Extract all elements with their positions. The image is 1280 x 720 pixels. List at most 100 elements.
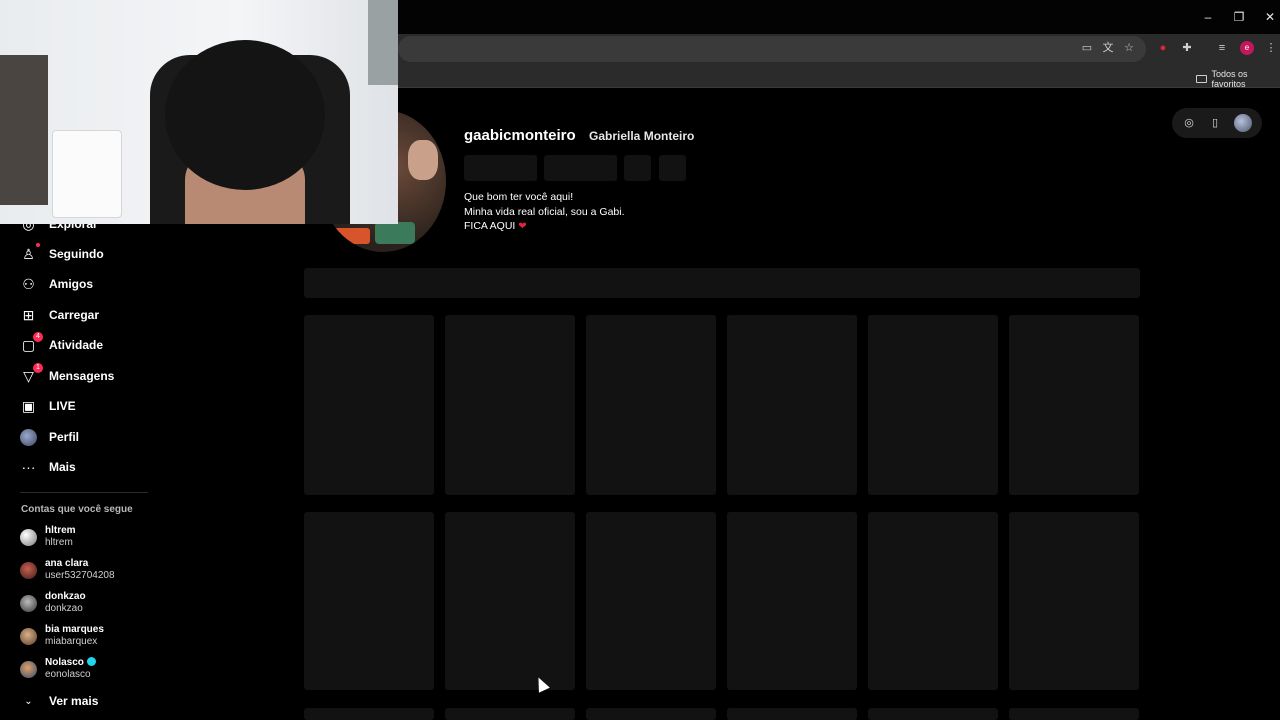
video-tile-placeholder[interactable] [727, 315, 857, 495]
bookmark-folder-all[interactable]: Todos os favoritos [1196, 69, 1280, 89]
media-icon[interactable]: ≡ [1215, 41, 1229, 55]
friends-icon: ⚇ [22, 275, 35, 292]
video-tile-placeholder[interactable] [868, 708, 998, 720]
compass-icon[interactable]: ◎ [1182, 116, 1196, 130]
video-tile-placeholder[interactable] [445, 315, 575, 495]
avatar [20, 561, 37, 579]
sidebar-item-label: Amigos [49, 277, 94, 291]
cam-head [165, 40, 325, 190]
video-tile-placeholder[interactable] [586, 708, 716, 720]
close-window-button[interactable]: ✕ [1262, 9, 1278, 25]
bio-line: Que bom ter você aqui! [464, 191, 574, 203]
profile-display-name: Gabriella Monteiro [589, 129, 695, 143]
video-tile-placeholder[interactable] [586, 512, 716, 690]
upload-icon: ⊞ [22, 306, 35, 323]
address-bar[interactable] [398, 36, 1146, 62]
verified-icon [86, 657, 96, 666]
account-username: user532704208 [45, 570, 115, 581]
extensions-icon[interactable]: ✚ [1180, 41, 1194, 55]
account-username: donkzao [45, 603, 83, 614]
more-icon: ··· [21, 459, 36, 475]
sidebar-item-mensagens[interactable]: ▽ 1 Mensagens [20, 362, 114, 387]
phone-icon[interactable]: ▯ [1208, 116, 1222, 130]
following-account-hltrem[interactable]: hltrem hltrem [20, 525, 76, 549]
sidebar-item-live[interactable]: ▣ LIVE [20, 395, 76, 417]
account-username: hltrem [45, 537, 73, 548]
video-tile-placeholder[interactable] [304, 512, 434, 690]
activity-icon: ▢ 4 [20, 331, 43, 354]
following-account-donkzao[interactable]: donkzao donkzao [20, 591, 86, 615]
sidebar-divider [20, 492, 148, 493]
following-account-ana-clara[interactable]: ana clara user532704208 [20, 558, 115, 582]
more-options-placeholder[interactable] [659, 155, 686, 181]
video-tile-placeholder[interactable] [445, 512, 575, 690]
suggest-button-placeholder[interactable] [624, 155, 651, 181]
sidebar-item-label: LIVE [49, 399, 76, 413]
video-tile-placeholder[interactable] [304, 315, 434, 495]
avatar [20, 528, 37, 546]
sidebar-item-label: Perfil [49, 430, 80, 444]
messages-badge: 1 [33, 362, 43, 373]
account-name: bia marques [45, 624, 104, 635]
follow-button-placeholder[interactable] [464, 155, 537, 181]
sidebar-item-seguindo[interactable]: ♙ Seguindo [20, 242, 104, 265]
webcam-overlay [0, 0, 398, 224]
video-tile-placeholder[interactable] [727, 708, 857, 720]
avatar-detail [375, 222, 415, 244]
following-section-title: Contas que você segue [21, 504, 133, 515]
notification-dot [36, 242, 40, 247]
following-account-bia-marques[interactable]: bia marques miabarquex [20, 624, 104, 648]
avatar [20, 594, 37, 612]
activity-badge: 4 [33, 331, 43, 342]
install-icon[interactable]: ▭ [1080, 41, 1094, 55]
account-name-text: Nolasco [45, 657, 84, 668]
video-tile-placeholder[interactable] [304, 708, 434, 720]
sidebar-item-amigos[interactable]: ⚇ Amigos [20, 273, 93, 295]
cam-cabinet [0, 55, 48, 205]
cam-frame [368, 0, 398, 85]
live-icon: ▣ [21, 397, 36, 414]
star-icon[interactable]: ☆ [1122, 41, 1136, 55]
see-more-button[interactable]: ⌄ Ver mais [20, 690, 98, 712]
profile-username: gaabicmonteiro [464, 127, 576, 144]
sidebar-item-label: Carregar [49, 308, 100, 322]
following-account-nolasco[interactable]: Nolasco eonolasco [20, 657, 96, 681]
video-tile-placeholder[interactable] [1009, 315, 1139, 495]
menu-icon[interactable]: ⋮ [1264, 41, 1278, 55]
account-name: donkzao [45, 591, 86, 602]
video-tile-placeholder[interactable] [868, 512, 998, 690]
sidebar-item-carregar[interactable]: ⊞ Carregar [20, 304, 99, 326]
sidebar-item-atividade[interactable]: ▢ 4 Atividade [20, 331, 103, 356]
sidebar-item-perfil[interactable]: Perfil [20, 426, 79, 448]
folder-icon [1196, 75, 1207, 83]
video-tile-placeholder[interactable] [445, 708, 575, 720]
account-username: eonolasco [45, 669, 91, 680]
avatar [20, 627, 37, 645]
avatar [20, 660, 37, 678]
minimize-button[interactable]: – [1200, 9, 1216, 25]
chevron-down-icon: ⌄ [24, 695, 33, 707]
video-tile-placeholder[interactable] [727, 512, 857, 690]
bio-line: Minha vida real oficial, sou a Gabi. [464, 206, 625, 218]
message-button-placeholder[interactable] [544, 155, 617, 181]
video-tile-placeholder[interactable] [1009, 708, 1139, 720]
avatar[interactable] [1234, 114, 1252, 132]
see-more-label: Ver mais [49, 694, 99, 708]
profile-icon[interactable]: e [1240, 41, 1254, 55]
account-name: ana clara [45, 558, 89, 569]
bio-line-text: FICA AQUI [464, 220, 516, 232]
heart-icon: ❤ [518, 221, 527, 232]
video-tile-placeholder[interactable] [868, 315, 998, 495]
sidebar-item-mais[interactable]: ··· Mais [20, 456, 76, 478]
sidebar-item-label: Seguindo [49, 247, 104, 261]
video-tile-placeholder[interactable] [1009, 512, 1139, 690]
cam-bin [52, 130, 122, 218]
tabs-placeholder [304, 268, 1140, 298]
video-tile-placeholder[interactable] [586, 315, 716, 495]
translate-icon[interactable]: 文 [1101, 41, 1115, 55]
profile-tools: ◎ ▯ [1172, 108, 1262, 138]
restore-button[interactable]: ❐ [1231, 9, 1247, 25]
following-icon: ♙ [20, 242, 40, 263]
bookmark-folder-label: Todos os favoritos [1211, 69, 1248, 89]
extension-red-icon[interactable]: ● [1156, 41, 1170, 55]
